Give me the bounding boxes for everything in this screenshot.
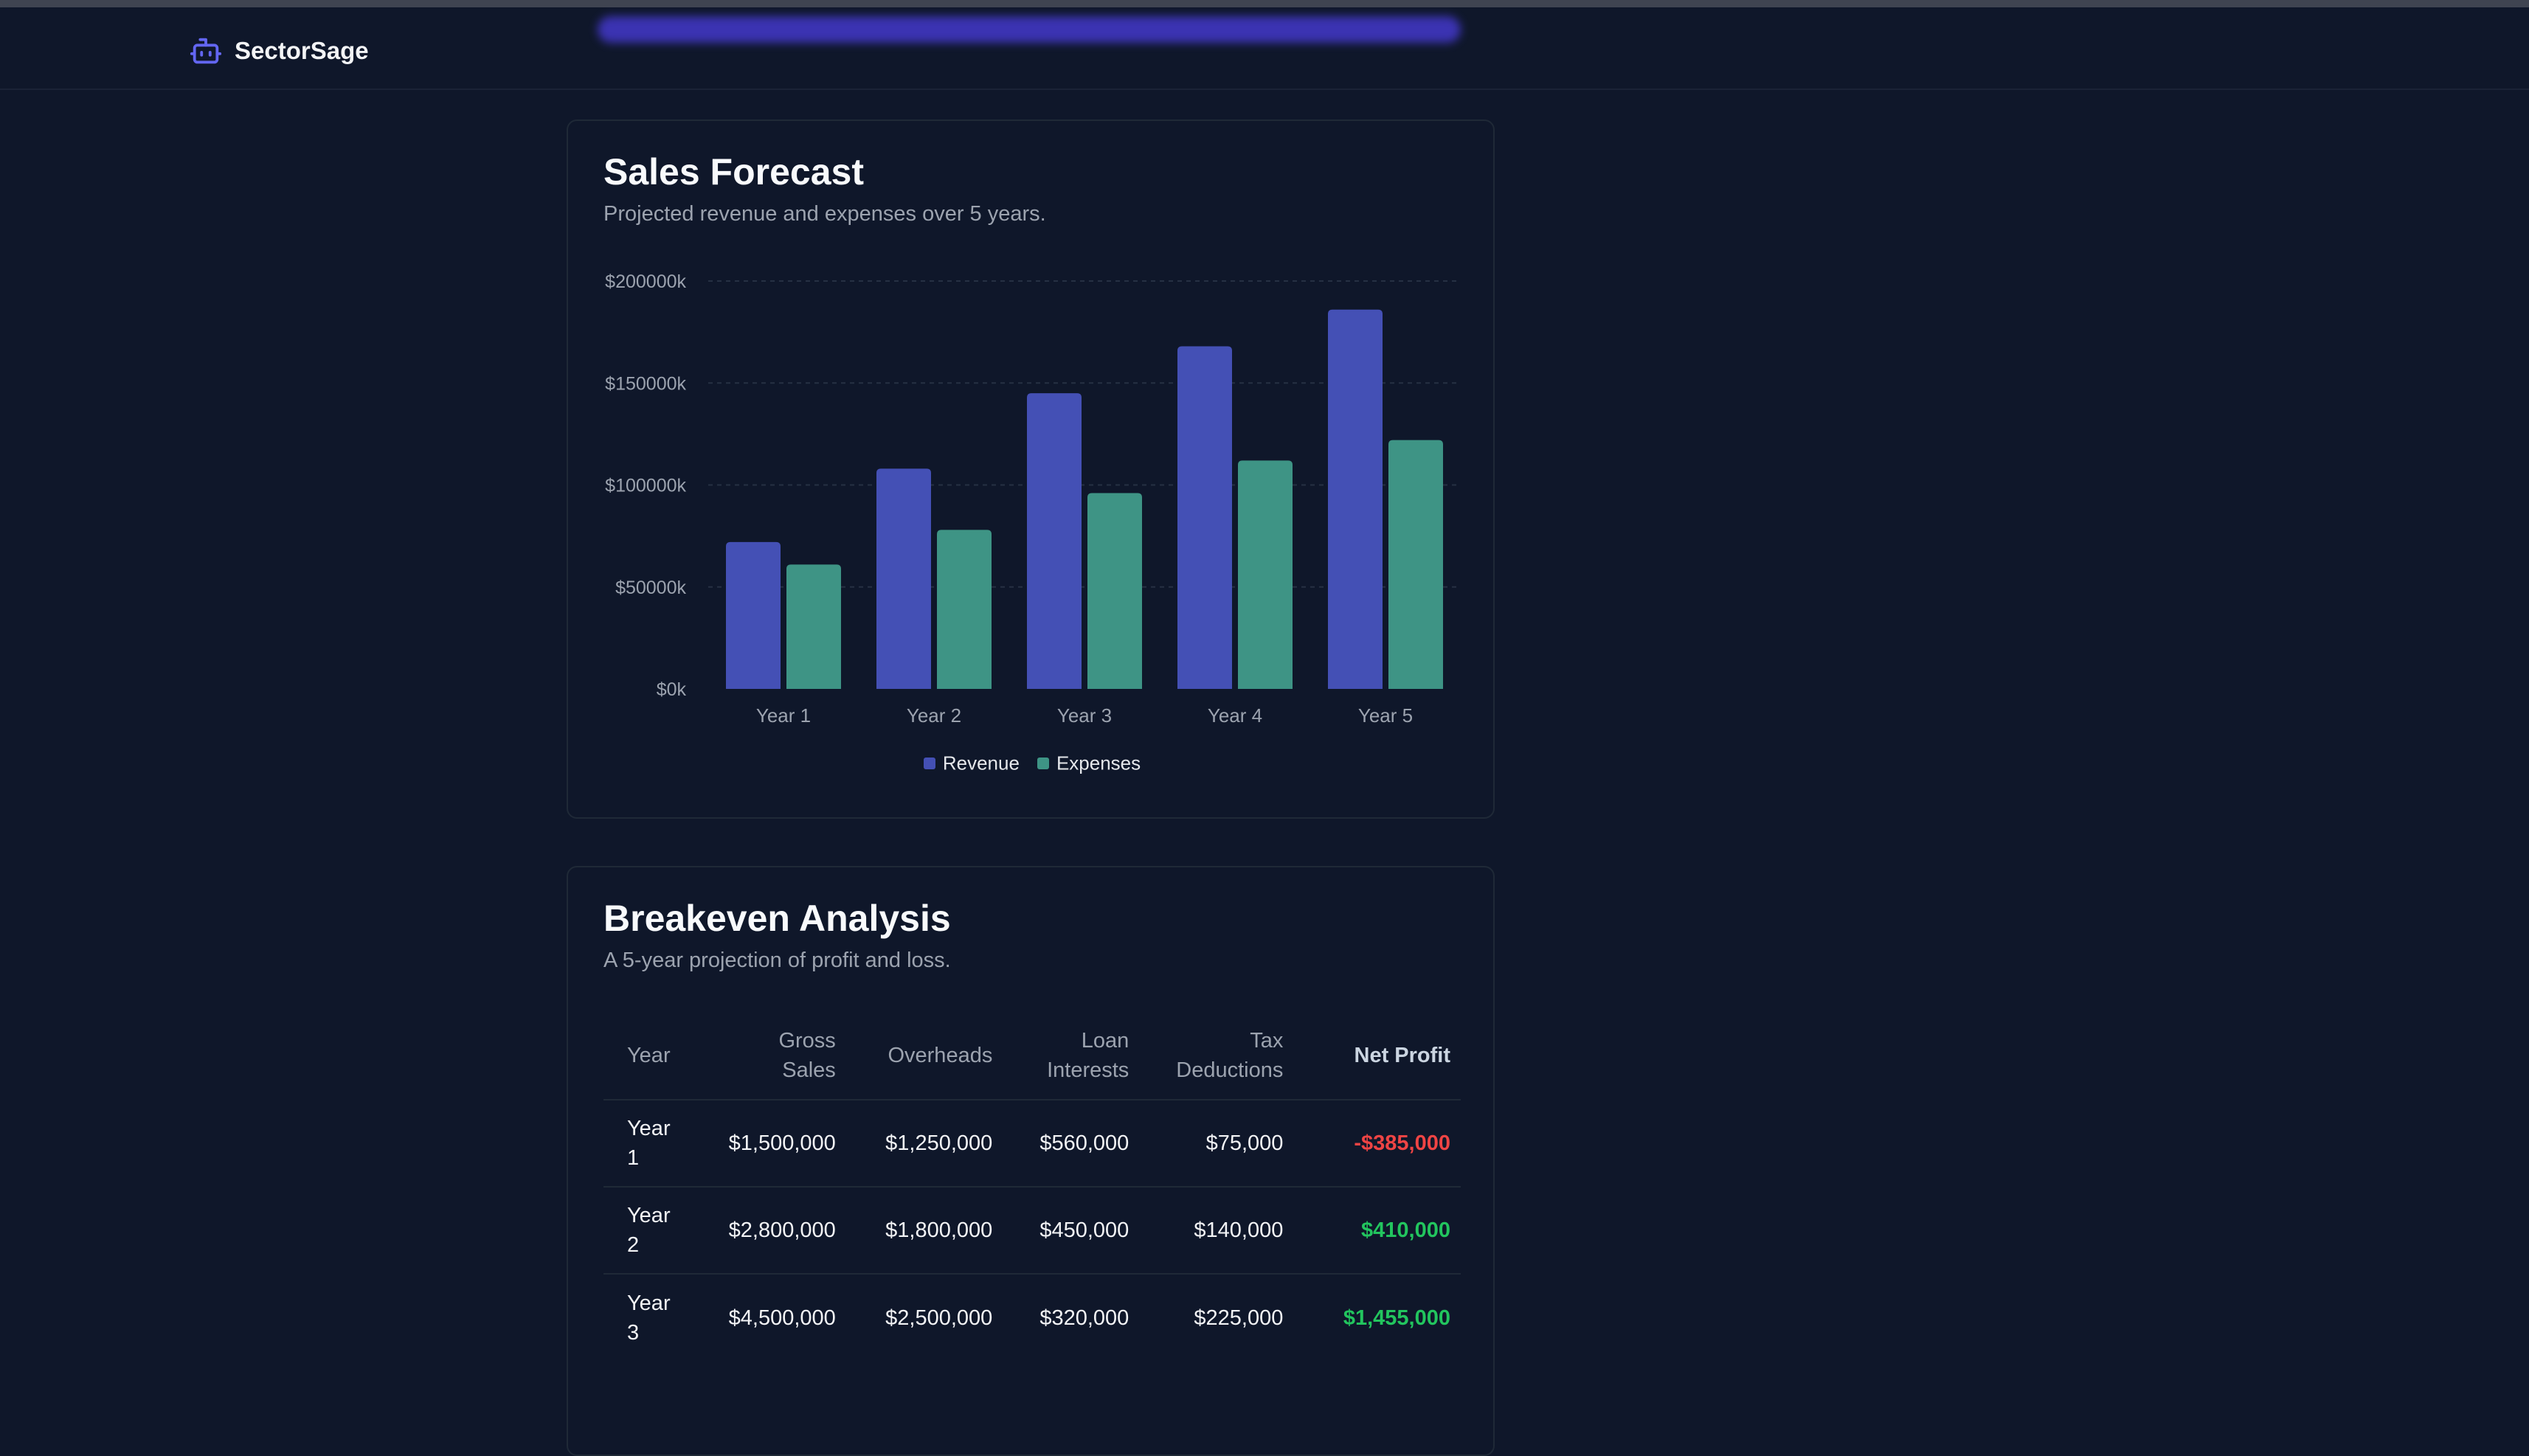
cell-overheads: $2,500,000 (859, 1273, 1017, 1361)
header-tax-deductions: Tax Deductions (1176, 1029, 1284, 1082)
legend-item[interactable]: Revenue (923, 751, 1020, 775)
table-row: Year 2 $2,800,000 $1,800,000 $450,000 $1… (603, 1186, 1461, 1274)
x-tick-label: Year 4 (1208, 704, 1262, 727)
cell-tax-deductions: $75,000 (1152, 1099, 1307, 1187)
header-year: Year (627, 1044, 671, 1067)
y-tick-label: $150000k (605, 373, 686, 394)
cell-overheads: $1,250,000 (859, 1099, 1017, 1187)
cell-gross-sales: $1,500,000 (705, 1099, 859, 1187)
x-tick-label: Year 2 (907, 704, 961, 727)
legend-swatch (1037, 758, 1049, 770)
breakeven-analysis-card: Breakeven Analysis A 5-year projection o… (567, 866, 1495, 1456)
table-header-row: Year Gross Sales Overheads Loan Interest… (603, 1012, 1461, 1100)
y-tick-label: $50000k (615, 578, 686, 598)
cell-year: Year 1 (603, 1099, 705, 1187)
bar-expenses (786, 564, 841, 689)
bar-expenses (1238, 460, 1293, 689)
cell-tax-deductions: $225,000 (1152, 1273, 1307, 1361)
sales-forecast-chart: $0k $50000k $100000k $150000k $200000k Year 1… (605, 271, 1461, 727)
y-tick-label: $200000k (605, 271, 686, 292)
cell-loan-interests: $320,000 (1016, 1273, 1153, 1361)
cell-loan-interests: $450,000 (1016, 1186, 1153, 1274)
bar-revenue (1177, 346, 1232, 689)
x-tick-label: Year 5 (1358, 704, 1413, 727)
header-gross-sales: Gross Sales (778, 1029, 836, 1082)
navbar: SectorSage (0, 7, 2529, 90)
bar-expenses (1087, 493, 1142, 689)
breakeven-table: Year Gross Sales Overheads Loan Interest… (603, 1012, 1461, 1361)
bar-expenses (937, 530, 992, 689)
header-loan-interests: Loan Interests (1047, 1029, 1129, 1082)
x-tick-label: Year 3 (1057, 704, 1112, 727)
table-row: Year 1 $1,500,000 $1,250,000 $560,000 $7… (603, 1099, 1461, 1187)
breakeven-subtitle: A 5-year projection of profit and loss. (603, 949, 951, 972)
breakeven-title: Breakeven Analysis (603, 898, 951, 939)
bar-revenue (876, 468, 931, 689)
header-overheads: Overheads (888, 1044, 993, 1067)
cell-overheads: $1,800,000 (859, 1186, 1017, 1274)
app-name[interactable]: SectorSage (235, 35, 369, 66)
cell-tax-deductions: $140,000 (1152, 1186, 1307, 1274)
cell-net-profit: $410,000 (1307, 1186, 1461, 1274)
cell-year: Year 3 (603, 1273, 705, 1361)
breakeven-table-wrapper: Year Gross Sales Overheads Loan Interest… (603, 1012, 1461, 1361)
chart-legend: Revenue Expenses (568, 751, 1496, 775)
bar-revenue (1027, 393, 1082, 689)
x-tick-label: Year 1 (756, 704, 811, 727)
bar-revenue (726, 541, 781, 689)
y-tick-label: $0k (657, 679, 687, 700)
y-tick-label: $100000k (605, 476, 686, 496)
sales-forecast-card: Sales Forecast Projected revenue and exp… (567, 119, 1495, 819)
legend-label: Expenses (1056, 752, 1141, 774)
legend-label: Revenue (942, 752, 1020, 774)
bot-icon[interactable] (189, 34, 223, 68)
legend-item[interactable]: Expenses (1037, 751, 1141, 775)
cell-net-profit: -$385,000 (1307, 1099, 1461, 1187)
cell-gross-sales: $2,800,000 (705, 1186, 859, 1274)
legend-swatch (923, 758, 935, 770)
header-net-profit: Net Profit (1354, 1044, 1451, 1067)
cell-year: Year 2 (603, 1186, 705, 1274)
cell-net-profit: $1,455,000 (1307, 1273, 1461, 1361)
bar-expenses (1388, 440, 1443, 689)
cell-loan-interests: $560,000 (1016, 1099, 1153, 1187)
browser-top-strip (0, 0, 2529, 7)
header-glow-bar (598, 16, 1461, 43)
table-row: Year 3 $4,500,000 $2,500,000 $320,000 $2… (603, 1273, 1461, 1361)
cell-gross-sales: $4,500,000 (705, 1273, 859, 1361)
bar-revenue (1328, 309, 1383, 689)
